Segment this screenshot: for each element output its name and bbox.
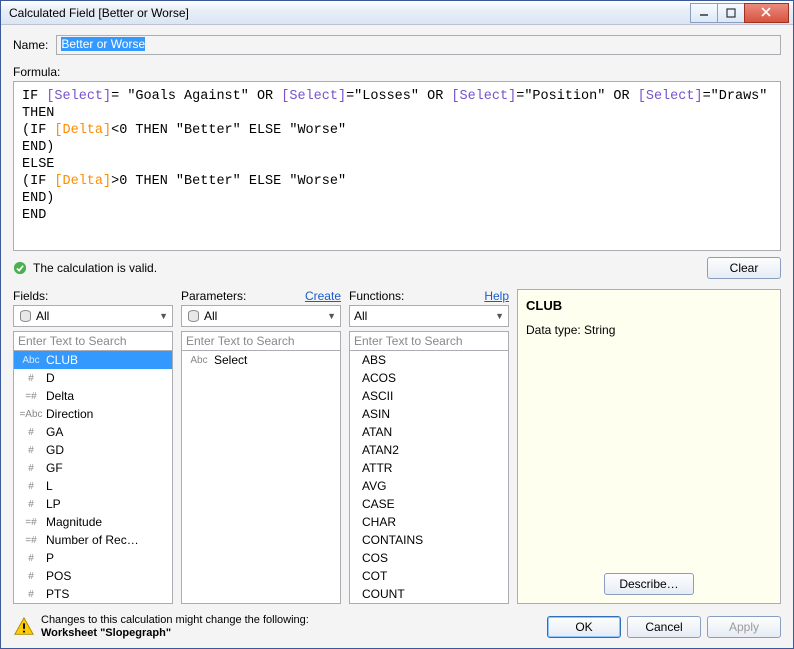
validation-message: The calculation is valid. <box>33 261 707 275</box>
description-title: CLUB <box>526 298 772 313</box>
parameters-label: Parameters: <box>181 289 246 303</box>
window-title: Calculated Field [Better or Worse] <box>9 6 691 20</box>
clear-button[interactable]: Clear <box>707 257 781 279</box>
chevron-down-icon: ▼ <box>327 311 336 321</box>
fields-label: Fields: <box>13 289 48 303</box>
list-item[interactable]: =#Delta <box>14 387 172 405</box>
valid-check-icon <box>13 261 27 275</box>
list-item[interactable]: ABS <box>350 351 508 369</box>
apply-button[interactable]: Apply <box>707 616 781 638</box>
formula-label: Formula: <box>13 65 781 79</box>
list-item[interactable]: AbcSelect <box>182 351 340 369</box>
list-item[interactable]: #GA <box>14 423 172 441</box>
list-item[interactable]: #D <box>14 369 172 387</box>
list-item[interactable]: =#Number of Rec… <box>14 531 172 549</box>
list-item[interactable]: COUNT <box>350 585 508 603</box>
titlebar: Calculated Field [Better or Worse] <box>1 1 793 25</box>
list-item[interactable]: CASE <box>350 495 508 513</box>
fields-search-input[interactable]: Enter Text to Search <box>13 331 173 351</box>
list-item[interactable]: CONTAINS <box>350 531 508 549</box>
list-item[interactable]: #L <box>14 477 172 495</box>
list-item[interactable]: CHAR <box>350 513 508 531</box>
description-body: Data type: String <box>526 323 772 573</box>
close-button[interactable] <box>744 3 789 23</box>
list-item[interactable]: =#Magnitude <box>14 513 172 531</box>
list-item[interactable]: #P <box>14 549 172 567</box>
maximize-button[interactable] <box>717 3 745 23</box>
functions-search-input[interactable]: Enter Text to Search <box>349 331 509 351</box>
list-item[interactable]: #GD <box>14 441 172 459</box>
list-item[interactable]: AbcCLUB <box>14 351 172 369</box>
datasource-icon <box>186 309 200 323</box>
list-item[interactable]: COS <box>350 549 508 567</box>
list-item[interactable]: AVG <box>350 477 508 495</box>
warning-icon <box>13 616 35 638</box>
ok-button[interactable]: OK <box>547 616 621 638</box>
list-item[interactable]: #LP <box>14 495 172 513</box>
parameters-list[interactable]: AbcSelect <box>181 351 341 604</box>
list-item[interactable]: #GF <box>14 459 172 477</box>
list-item[interactable]: =AbcDirection <box>14 405 172 423</box>
formula-editor[interactable]: IF [Select]= "Goals Against" OR [Select]… <box>13 81 781 251</box>
description-panel: CLUB Data type: String Describe… <box>517 289 781 604</box>
list-item[interactable]: #PTS <box>14 585 172 603</box>
name-label: Name: <box>13 38 48 52</box>
functions-label: Functions: <box>349 289 404 303</box>
warning-text: Changes to this calculation might change… <box>41 614 547 640</box>
list-item[interactable]: ATTR <box>350 459 508 477</box>
list-item[interactable]: ASIN <box>350 405 508 423</box>
list-item[interactable]: ACOS <box>350 369 508 387</box>
fields-list[interactable]: AbcCLUB#D=#Delta=AbcDirection#GA#GD#GF#L… <box>13 351 173 604</box>
chevron-down-icon: ▼ <box>495 311 504 321</box>
list-item[interactable]: #POS <box>14 567 172 585</box>
functions-help-link[interactable]: Help <box>484 289 509 303</box>
parameters-filter-dropdown[interactable]: All ▼ <box>181 305 341 327</box>
functions-list[interactable]: ABSACOSASCIIASINATANATAN2ATTRAVGCASECHAR… <box>349 351 509 604</box>
datasource-icon <box>18 309 32 323</box>
describe-button[interactable]: Describe… <box>604 573 693 595</box>
create-parameter-link[interactable]: Create <box>305 289 341 303</box>
functions-filter-dropdown[interactable]: All ▼ <box>349 305 509 327</box>
name-input[interactable]: Better or Worse <box>56 35 781 55</box>
minimize-button[interactable] <box>690 3 718 23</box>
parameters-search-input[interactable]: Enter Text to Search <box>181 331 341 351</box>
cancel-button[interactable]: Cancel <box>627 616 701 638</box>
list-item[interactable]: ATAN2 <box>350 441 508 459</box>
chevron-down-icon: ▼ <box>159 311 168 321</box>
fields-filter-dropdown[interactable]: All ▼ <box>13 305 173 327</box>
list-item[interactable]: ATAN <box>350 423 508 441</box>
list-item[interactable]: ASCII <box>350 387 508 405</box>
list-item[interactable]: COT <box>350 567 508 585</box>
